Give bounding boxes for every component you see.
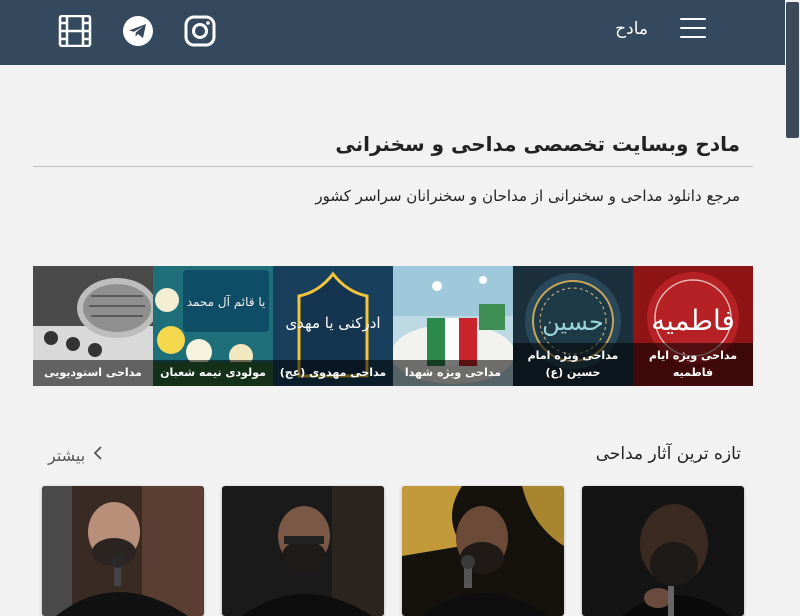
- svg-text:حسین: حسین: [542, 308, 604, 336]
- latest-card[interactable]: [582, 486, 744, 616]
- category-label: مداحی ویژه امام حسین (ع): [513, 343, 633, 386]
- card-thumbnail: [582, 486, 744, 616]
- film-icon[interactable]: [58, 14, 92, 48]
- divider: [33, 166, 753, 167]
- category-label: مداحی مهدوی (عج): [273, 360, 393, 386]
- chevron-left-icon: [93, 445, 103, 465]
- scrollbar-thumb[interactable]: [786, 2, 799, 138]
- section-title-latest: تازه ترین آثار مداحی: [595, 444, 741, 464]
- menu-icon[interactable]: [680, 18, 706, 42]
- category-strip: فاطمیه مداحی ویژه ایام فاطمیه حسین مداحی…: [33, 266, 753, 386]
- category-label: مداحی ویژه شهدا: [393, 360, 513, 386]
- category-tile-shaban[interactable]: یا قائم آل محمد مولودی نیمه شعبان: [153, 266, 273, 386]
- category-tile-shohada[interactable]: مداحی ویژه شهدا: [393, 266, 513, 386]
- category-label: مولودی نیمه شعبان: [153, 360, 273, 386]
- category-label: مداحی استودیویی: [33, 360, 153, 386]
- card-thumbnail: [402, 486, 564, 616]
- card-thumbnail: [222, 486, 384, 616]
- latest-cards: [42, 486, 744, 616]
- category-tile-mahdavi[interactable]: ادرکنی یا مهدی مداحی مهدوی (عج): [273, 266, 393, 386]
- latest-card[interactable]: [402, 486, 564, 616]
- svg-text:ادرکنی یا مهدی: ادرکنی یا مهدی: [285, 314, 380, 332]
- latest-card[interactable]: [222, 486, 384, 616]
- category-tile-studio[interactable]: مداحی استودیویی: [33, 266, 153, 386]
- page-scrollbar[interactable]: [785, 0, 800, 600]
- telegram-icon[interactable]: [121, 14, 155, 48]
- more-link[interactable]: بیشتر: [48, 445, 103, 465]
- category-label: مداحی ویژه ایام فاطمیه: [633, 343, 753, 386]
- latest-card[interactable]: [42, 486, 204, 616]
- more-label: بیشتر: [48, 445, 86, 465]
- page-title: مادح وبسایت تخصصی مداحی و سخنرانی: [335, 132, 740, 156]
- brand-name[interactable]: مادح: [615, 19, 648, 39]
- category-tile-fatemiyeh[interactable]: فاطمیه مداحی ویژه ایام فاطمیه: [633, 266, 753, 386]
- category-tile-hussain[interactable]: حسین مداحی ویژه امام حسین (ع): [513, 266, 633, 386]
- svg-text:یا قائم آل محمد: یا قائم آل محمد: [187, 294, 266, 309]
- page-subtitle: مرجع دانلود مداحی و سخنرانی از مداحان و …: [315, 187, 740, 205]
- instagram-icon[interactable]: [183, 14, 217, 48]
- card-thumbnail: [42, 486, 204, 616]
- top-navbar: مادح: [0, 0, 785, 65]
- svg-text:فاطمیه: فاطمیه: [651, 304, 735, 337]
